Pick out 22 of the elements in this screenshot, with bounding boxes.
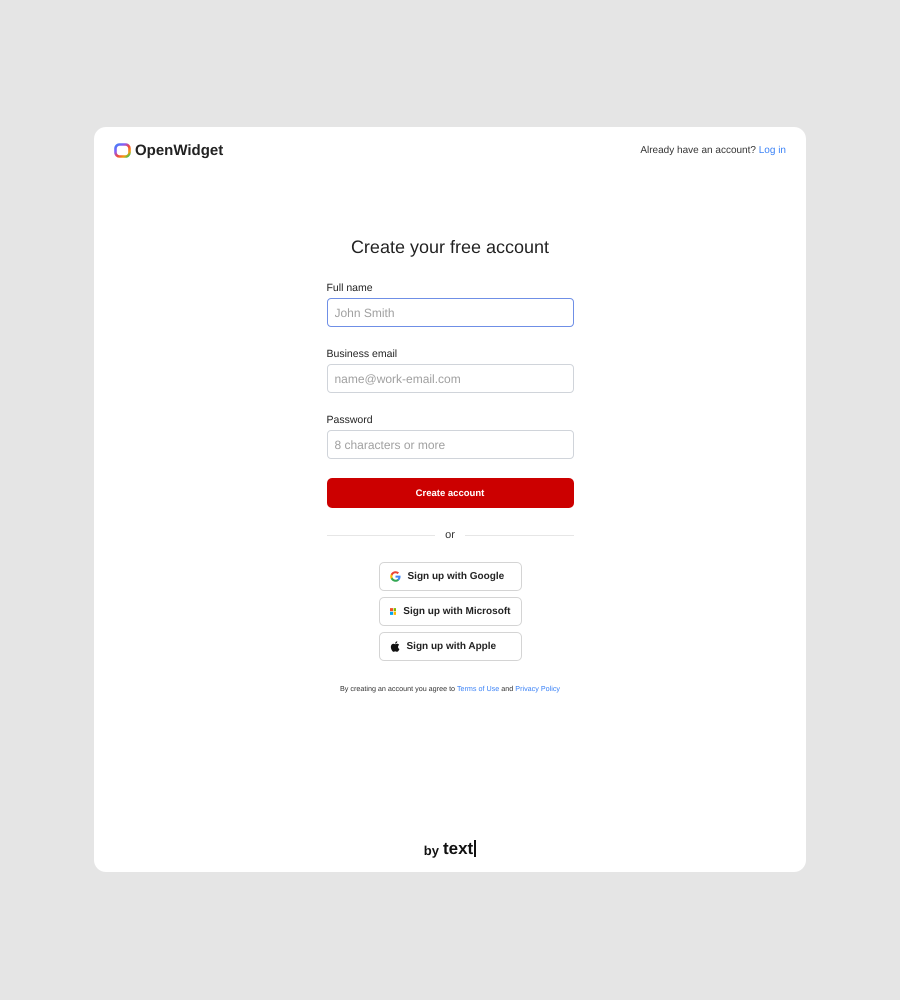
login-link[interactable]: Log in [758, 145, 786, 156]
field-label: Password [326, 414, 374, 426]
footer-by: by [424, 843, 439, 858]
field-label: Full name [326, 282, 374, 294]
field-label: Business email [326, 348, 398, 360]
login-prompt: Already have an account? Log in [640, 145, 786, 156]
social-signup-button[interactable]: Sign up with Microsoft [378, 597, 522, 626]
logo-icon [114, 143, 131, 158]
four-squares-icon [390, 606, 396, 617]
apple-icon [390, 641, 400, 652]
google-g-icon [390, 571, 400, 582]
brand-name: OpenWidget [135, 142, 224, 159]
page-title: Create your free account [350, 237, 550, 258]
input-field[interactable]: 8 characters or more [326, 430, 574, 459]
social-signup-button[interactable]: Sign up with Apple [378, 632, 522, 661]
social-signup-button[interactable]: Sign up with Google [378, 562, 522, 591]
input-field[interactable]: John Smith [326, 298, 574, 327]
create-account-button[interactable]: Create account [326, 478, 574, 508]
cursor-bar-icon [474, 840, 476, 857]
divider-text: or [445, 529, 455, 541]
input-field[interactable]: name@work-email.com [326, 364, 574, 393]
footer-brand: text [442, 840, 474, 858]
